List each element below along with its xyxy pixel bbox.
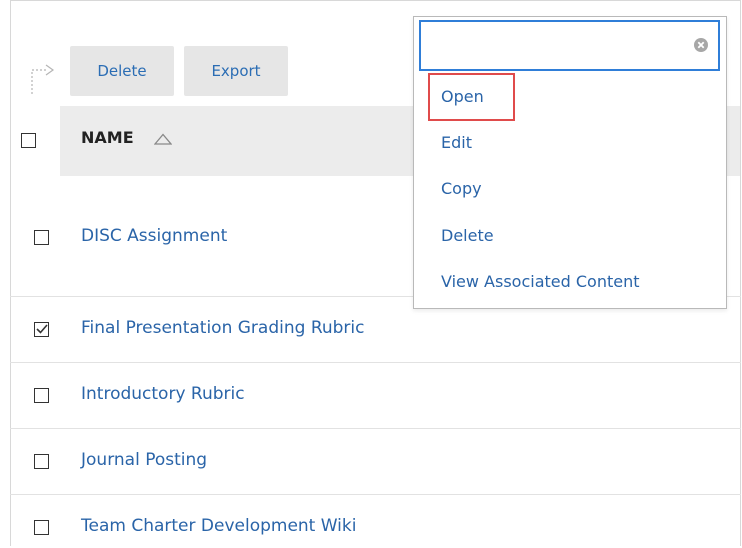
export-button[interactable]: Export <box>184 46 288 96</box>
table-row-link[interactable]: Team Charter Development Wiki <box>81 516 356 536</box>
menu-item-view-associated-content[interactable]: View Associated Content <box>441 272 640 291</box>
menu-item-edit[interactable]: Edit <box>441 133 472 152</box>
row-divider <box>10 494 741 495</box>
menu-item-copy[interactable]: Copy <box>441 179 482 198</box>
row-checkbox-journal-posting[interactable] <box>34 454 49 469</box>
table-row-link[interactable]: Final Presentation Grading Rubric <box>81 318 365 338</box>
menu-item-delete[interactable]: Delete <box>441 226 494 245</box>
row-checkbox-final-presentation[interactable] <box>34 322 49 337</box>
table-row-link[interactable]: Journal Posting <box>81 450 207 470</box>
table-row-link[interactable]: DISC Assignment <box>81 226 227 246</box>
clear-search-icon[interactable] <box>693 37 709 53</box>
delete-button[interactable]: Delete <box>70 46 174 96</box>
row-checkbox-team-charter[interactable] <box>34 520 49 535</box>
row-checkbox-introductory-rubric[interactable] <box>34 388 49 403</box>
checkmark-icon <box>36 324 48 334</box>
select-all-checkbox[interactable] <box>21 133 36 148</box>
row-divider <box>10 362 741 363</box>
menu-item-open[interactable]: Open <box>441 87 484 106</box>
selected-arrow-icon <box>31 64 55 94</box>
row-divider <box>10 428 741 429</box>
sort-ascending-icon[interactable] <box>154 133 172 145</box>
name-column-header[interactable]: NAME <box>81 128 134 147</box>
menu-search-input[interactable] <box>419 20 720 71</box>
row-checkbox-disc-assignment[interactable] <box>34 230 49 245</box>
table-row-link[interactable]: Introductory Rubric <box>81 384 245 404</box>
